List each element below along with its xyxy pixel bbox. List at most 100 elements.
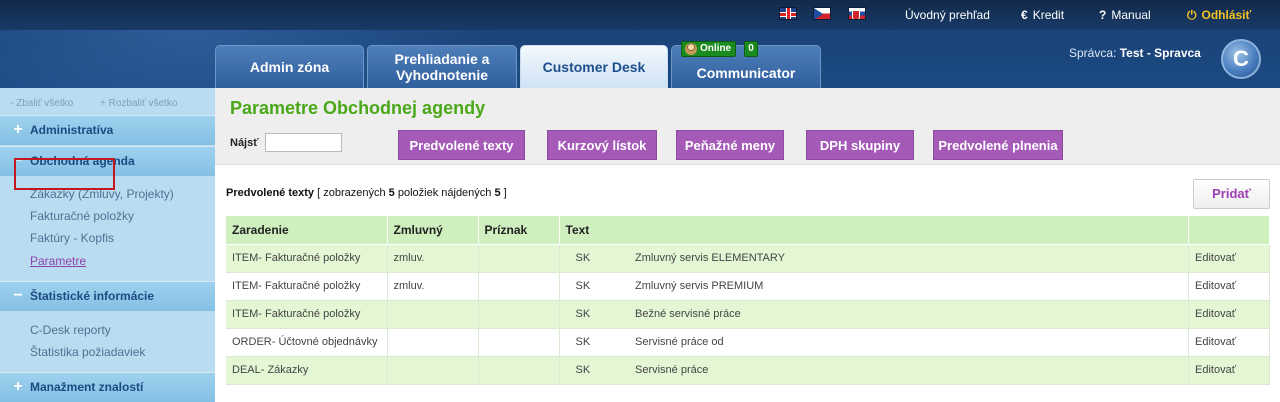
column-header-zmluvny[interactable]: Zmluvný (387, 216, 479, 245)
cell-zaradenie: DEAL- Zákazky (226, 356, 388, 385)
edit-link[interactable]: Editovať (1188, 328, 1270, 357)
texts-table: Zaradenie Zmluvný Príznak Text ITEM- Fak… (226, 216, 1270, 385)
top-bar (0, 0, 1280, 30)
search-label: Nájsť (230, 137, 259, 149)
manual-label: Manual (1111, 8, 1151, 22)
sidebar-section-label: Administratíva (30, 123, 114, 137)
sidebar: - Zbaliť všetko + Rozbaliť všetko + Admi… (0, 88, 215, 402)
logout-link[interactable]: ⏻ Odhlásiť (1187, 8, 1251, 23)
table-row[interactable]: ITEM- Fakturačné položky zmluv. SK Zmluv… (226, 272, 1270, 301)
list-info-mid: položiek nájdených (397, 187, 492, 199)
sidebar-item-faktury-kopfis[interactable]: Faktúry - Kopfis (30, 231, 114, 245)
cell-language: SK (559, 300, 629, 329)
cz-flag-icon[interactable] (813, 7, 831, 20)
list-shown-count: 5 (388, 187, 395, 199)
tab-customer-desk[interactable]: Customer Desk (520, 45, 668, 88)
credit-label: Kredit (1032, 8, 1065, 22)
edit-link[interactable]: Editovať (1188, 272, 1270, 301)
admin-label: Správca: (1069, 46, 1117, 60)
cell-text: Servisné práce od (629, 328, 1189, 357)
cell-priznak (478, 300, 560, 329)
page-title: Parametre Obchodnej agendy (230, 98, 486, 118)
edit-link[interactable]: Editovať (1188, 356, 1270, 385)
table-row[interactable]: ITEM- Fakturačné položky SK Bežné servis… (226, 300, 1270, 329)
power-icon: ⏻ (1187, 8, 1197, 22)
sidebar-item-statistika-poziadaviek[interactable]: Štatistika požiadaviek (30, 345, 145, 359)
online-count-badge: 0 (744, 41, 758, 57)
minus-icon: − (13, 287, 23, 304)
cell-zaradenie: ITEM- Fakturačné položky (226, 272, 388, 301)
plus-icon: + (13, 121, 23, 138)
dph-skupiny-button[interactable]: DPH skupiny (806, 130, 914, 160)
kurzovy-listok-button[interactable]: Kurzový lístok (547, 130, 657, 160)
logo-letter: C (1233, 46, 1249, 71)
sidebar-item-parametre[interactable]: Parametre (30, 254, 86, 268)
overview-link[interactable]: Úvodný prehľad (905, 8, 990, 22)
euro-icon: € (1021, 8, 1028, 22)
cell-zmluvny: zmluv. (387, 272, 479, 301)
add-button[interactable]: Pridať (1193, 179, 1270, 209)
tab-admin-zone[interactable]: Admin zóna (215, 45, 364, 88)
sidebar-section-manazment-znalosti[interactable]: + Manažment znalostí (0, 372, 215, 402)
table-row[interactable]: ORDER- Účtovné objednávky SK Servisné pr… (226, 328, 1270, 357)
penazne-meny-button[interactable]: Peňažné meny (676, 130, 784, 160)
cell-zmluvny: zmluv. (387, 244, 479, 273)
column-header-zaradenie[interactable]: Zaradenie (226, 216, 388, 245)
column-header-actions (1188, 216, 1270, 245)
credit-link[interactable]: € Kredit (1021, 8, 1064, 22)
list-info-prefix: [ zobrazených (317, 187, 386, 199)
search-input[interactable] (265, 133, 342, 152)
cell-zmluvny (387, 356, 479, 385)
edit-link[interactable]: Editovať (1188, 300, 1270, 329)
cell-priznak (478, 356, 560, 385)
sidebar-section-label: Štatistické informácie (30, 289, 155, 303)
cell-language: SK (559, 272, 629, 301)
cell-language: SK (559, 328, 629, 357)
list-found-count: 5 (494, 187, 501, 199)
list-info-suffix: ] (503, 187, 507, 199)
admin-info: Správca: Test - Spravca (1069, 46, 1201, 60)
sidebar-section-administrativa[interactable]: + Administratíva (0, 115, 215, 145)
online-status-badge[interactable]: Online (681, 41, 737, 57)
sidebar-section-label: Manažment znalostí (30, 380, 144, 394)
cell-priznak (478, 328, 560, 357)
person-icon (685, 43, 697, 55)
cell-zmluvny (387, 328, 479, 357)
column-header-text[interactable]: Text (559, 216, 1189, 245)
cell-text: Servisné práce (629, 356, 1189, 385)
sidebar-section-statisticke-informacie[interactable]: − Štatistické informácie (0, 281, 215, 311)
expand-all-link[interactable]: + Rozbaliť všetko (100, 98, 177, 109)
cell-priznak (478, 244, 560, 273)
sidebar-item-cdesk-reporty[interactable]: C-Desk reporty (30, 323, 111, 337)
list-title: Predvolené texty (226, 187, 315, 199)
uk-flag-icon[interactable] (779, 7, 797, 20)
predvolene-texty-button[interactable]: Predvolené texty (398, 130, 525, 160)
cell-zmluvny (387, 300, 479, 329)
manual-link[interactable]: ? Manual (1099, 8, 1151, 22)
cell-text: Zmluvný servis PREMIUM (629, 272, 1189, 301)
sidebar-item-fakturacne-polozky[interactable]: Fakturačné položky (30, 209, 134, 223)
admin-name: Test - Spravca (1119, 46, 1201, 60)
table-row[interactable]: ITEM- Fakturačné položky zmluv. SK Zmluv… (226, 244, 1270, 273)
app-header: Úvodný prehľad € Kredit ? Manual ⏻ Odhlásiť… (0, 0, 1280, 88)
cell-zaradenie: ORDER- Účtovné objednávky (226, 328, 388, 357)
online-label: Online (700, 43, 732, 54)
tab-prehliadanie[interactable]: Prehliadanie a Vyhodnotenie (367, 45, 517, 88)
cell-zaradenie: ITEM- Fakturačné položky (226, 244, 388, 273)
table-row[interactable]: DEAL- Zákazky SK Servisné práce Editovať (226, 356, 1270, 385)
column-header-priznak[interactable]: Príznak (478, 216, 560, 245)
logout-label: Odhlásiť (1201, 8, 1252, 22)
cell-language: SK (559, 356, 629, 385)
cell-language: SK (559, 244, 629, 273)
selection-highlight-box (14, 158, 115, 190)
list-summary: Predvolené texty [ zobrazených 5 položie… (226, 187, 507, 199)
predvolene-plnenia-button[interactable]: Predvolené plnenia (933, 130, 1063, 160)
collapse-all-link[interactable]: - Zbaliť všetko (10, 98, 73, 109)
main-toolbar: Parametre Obchodnej agendy Nájsť Predvol… (215, 88, 1280, 165)
app-logo: C (1221, 39, 1261, 79)
sk-flag-icon[interactable] (848, 7, 866, 20)
cell-priznak (478, 272, 560, 301)
table-header-row: Zaradenie Zmluvný Príznak Text (226, 216, 1270, 245)
cell-text: Bežné servisné práce (629, 300, 1189, 329)
edit-link[interactable]: Editovať (1188, 244, 1270, 273)
